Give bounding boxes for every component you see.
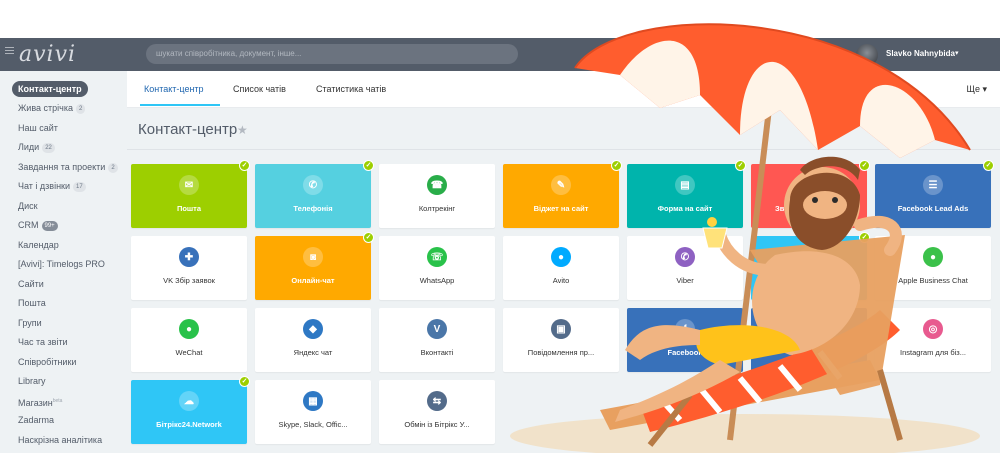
beach-illustration [510, 23, 980, 453]
sand-shadow [510, 414, 980, 453]
app-window: avivi шукати співробітника, документ, ін… [0, 0, 1000, 453]
